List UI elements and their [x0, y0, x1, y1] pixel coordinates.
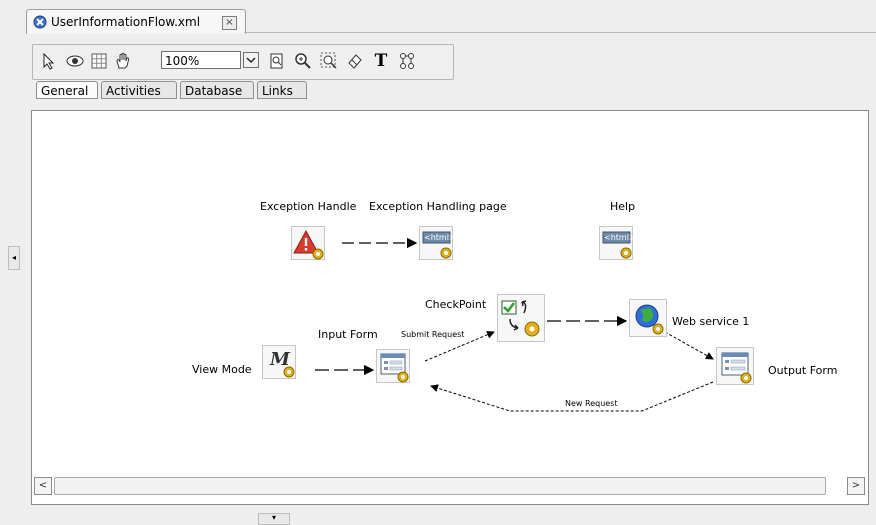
edge-label-new-request: New Request: [565, 399, 618, 408]
tab-database[interactable]: Database: [180, 81, 254, 99]
node-output-form[interactable]: [716, 347, 754, 385]
horizontal-scrollbar[interactable]: < >: [32, 477, 868, 495]
tab-activities[interactable]: Activities: [101, 81, 177, 99]
view-eye-icon[interactable]: [65, 51, 85, 71]
close-icon[interactable]: ×: [222, 16, 237, 30]
fit-page-icon[interactable]: [267, 51, 287, 71]
diagram-toolbar: 100% T: [32, 44, 454, 80]
label-checkpoint: CheckPoint: [425, 298, 487, 311]
zoom-icon[interactable]: [293, 51, 313, 71]
chevron-down-icon: [246, 57, 256, 64]
label-exception-handler: Exception Handle: [260, 200, 357, 213]
scroll-right-button[interactable]: >: [847, 477, 865, 495]
warning-triangle-icon: [293, 229, 324, 260]
select-pointer-icon[interactable]: [39, 51, 59, 71]
html-badge: <html>: [604, 233, 636, 242]
collapse-bottom-button[interactable]: ▾: [258, 513, 290, 525]
flow-diagram-canvas[interactable]: Exception Handle <html> Exception Handli…: [31, 110, 869, 505]
label-input-form: Input Form: [318, 328, 378, 341]
flow-file-icon: [33, 15, 47, 29]
tab-divider: [244, 32, 876, 33]
label-view-mode: View Mode: [192, 363, 252, 376]
label-output-form: Output Form: [768, 364, 838, 377]
checkpoint-icon: [501, 300, 540, 337]
html-badge: <html>: [424, 233, 456, 242]
eraser-icon[interactable]: [345, 51, 365, 71]
node-help[interactable]: <html>: [599, 226, 636, 260]
document-tab[interactable]: UserInformationFlow.xml ×: [26, 9, 246, 34]
grid-icon[interactable]: [89, 51, 109, 71]
node-checkpoint[interactable]: [497, 294, 545, 342]
pan-hand-icon[interactable]: [113, 51, 133, 71]
label-web-service: Web service 1: [672, 315, 750, 328]
node-exception-handler[interactable]: [291, 226, 325, 260]
zoom-dropdown-button[interactable]: [243, 52, 259, 68]
mode-glyph: M: [270, 349, 290, 370]
label-help: Help: [610, 200, 636, 213]
node-web-service[interactable]: [629, 299, 667, 337]
form-icon: [380, 353, 409, 383]
form-icon: [721, 352, 752, 384]
node-view-mode[interactable]: M: [262, 345, 296, 379]
edge-label-submit-request: Submit Request: [401, 330, 465, 339]
document-tab-title: UserInformationFlow.xml: [51, 15, 201, 29]
tab-links[interactable]: Links: [257, 81, 307, 99]
edge-web-to-output: [664, 331, 714, 360]
text-tool-icon[interactable]: T: [371, 51, 391, 71]
node-input-form[interactable]: [376, 349, 410, 383]
node-exception-page[interactable]: <html>: [419, 226, 456, 260]
marquee-zoom-icon[interactable]: [319, 51, 339, 71]
scrollbar-thumb[interactable]: [54, 477, 826, 495]
scroll-left-button[interactable]: <: [34, 477, 52, 495]
globe-icon: [635, 304, 664, 335]
label-exception-page: Exception Handling page: [369, 200, 507, 213]
layout-icon[interactable]: [397, 51, 417, 71]
collapse-left-button[interactable]: ◂: [8, 246, 20, 270]
tab-general[interactable]: General: [36, 81, 98, 99]
zoom-level-input[interactable]: 100%: [161, 51, 241, 69]
